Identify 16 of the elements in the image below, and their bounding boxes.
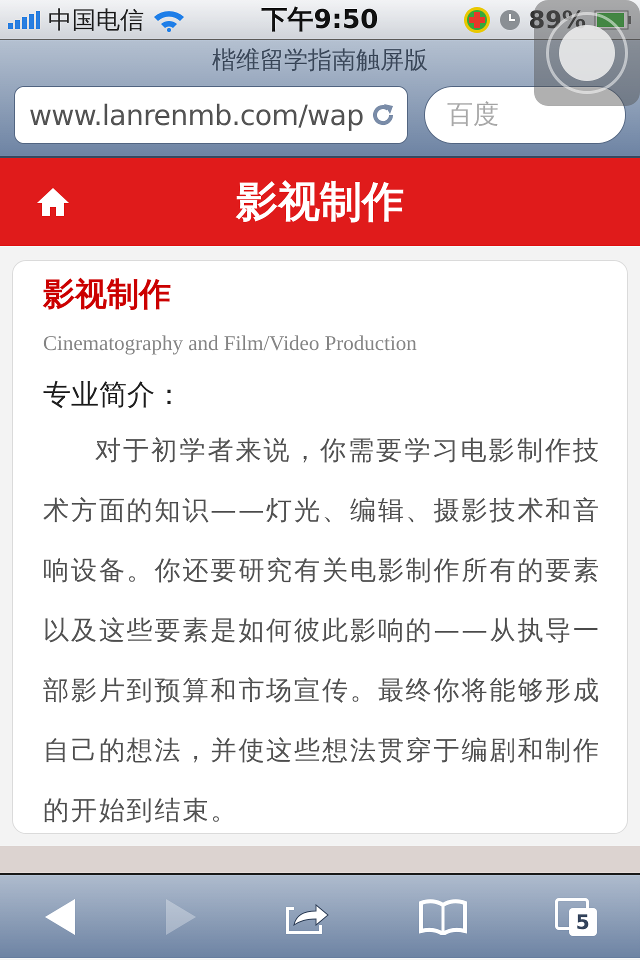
carrier-name: 中国电信 <box>48 4 144 36</box>
section-heading: 专业简介： <box>43 377 184 413</box>
plus-badge-icon <box>462 6 491 34</box>
back-icon[interactable] <box>43 896 78 936</box>
signal-icon <box>8 10 40 28</box>
clock-time: 下午9:50 <box>262 4 378 37</box>
bookmarks-icon[interactable] <box>418 898 468 934</box>
article-subtitle: Cinematography and Film/Video Production <box>43 330 418 357</box>
article-paragraph: 对于初学者来说，你需要学习电影制作技术方面的知识——灯光、编辑、摄影技术和音响设备。你还要研究有关电影制作所有的要素以及这些要素是如何彼此影响的——从执导一部影片到预算和市场宣传。最终你将能够形成自己的想法，并使这些想法贯穿于编剧和制作的开始到结束。 <box>43 435 601 828</box>
page-title: 楷维留学指南触屏版 <box>211 45 429 76</box>
home-icon[interactable] <box>36 186 70 218</box>
clock-icon <box>498 8 521 30</box>
search-field[interactable]: 百度 <box>424 86 626 144</box>
address-field[interactable]: www.lanrenmb.com/wap <box>14 86 408 144</box>
article-title: 影视制作 <box>43 274 172 315</box>
header-title: 影视制作 <box>236 176 404 228</box>
